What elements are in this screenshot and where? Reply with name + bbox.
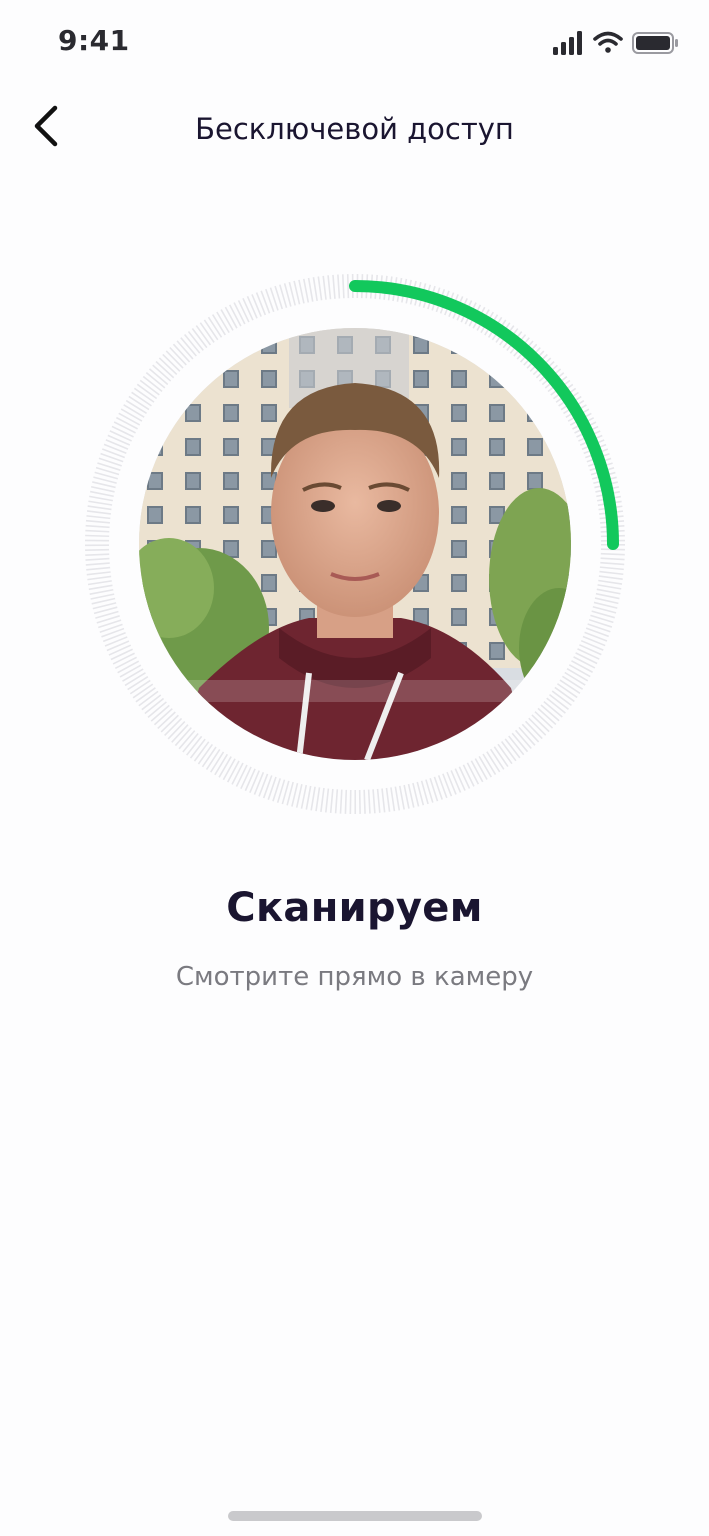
signal-icon: [553, 31, 582, 55]
camera-face-preview: [139, 328, 571, 760]
status-bar: 9:41: [0, 0, 709, 88]
scan-instruction: Смотрите прямо в камеру: [175, 962, 534, 992]
wifi-icon: [593, 31, 623, 53]
nav-bar: Бесключевой доступ: [0, 88, 709, 168]
face-scanner: [79, 268, 631, 820]
status-time: 9:41: [58, 24, 130, 57]
scan-status-title: Сканируем: [226, 885, 483, 931]
status-icons: [551, 28, 681, 58]
page-title: Бесключевой доступ: [195, 112, 514, 146]
battery-icon: [632, 32, 678, 54]
home-indicator: [228, 1511, 482, 1521]
